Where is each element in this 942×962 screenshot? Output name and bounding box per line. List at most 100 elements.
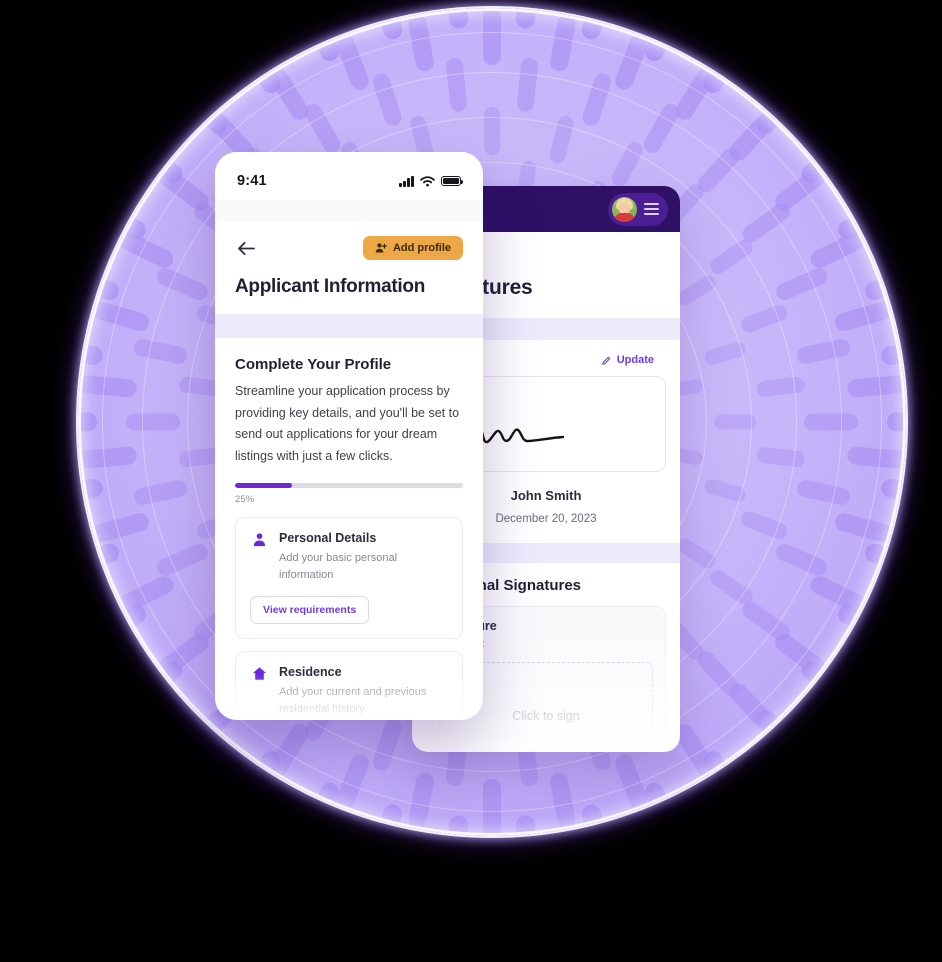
background-dash: [832, 511, 894, 545]
background-dash: [78, 338, 104, 367]
background-dash: [484, 107, 500, 155]
background-dash: [880, 477, 906, 506]
background-dash: [846, 445, 906, 470]
background-dash: [773, 541, 830, 579]
arrow-left-icon: [237, 241, 255, 255]
background-dash: [78, 541, 122, 579]
background-dash: [807, 228, 868, 271]
background-dash: [128, 136, 187, 187]
task-title: Residence: [279, 665, 342, 680]
background-dash: [78, 412, 97, 432]
task-card-personal-details[interactable]: Personal Details Add your basic personal…: [235, 517, 463, 640]
cellular-bars-icon: [399, 175, 414, 187]
add-profile-button[interactable]: Add profile: [362, 236, 463, 260]
background-dash: [612, 751, 651, 813]
update-label: Update: [616, 354, 654, 366]
background-dash: [371, 802, 405, 836]
background-dash: [738, 302, 790, 335]
background-dash: [795, 478, 852, 507]
screenshot-stage: Signatures Update John Smith: [0, 0, 942, 962]
background-dash: [795, 337, 852, 366]
background-dash: [445, 8, 469, 30]
status-spacer: [215, 200, 483, 222]
background-dash: [154, 265, 211, 303]
task-card-residence[interactable]: Residence Add your current and previous …: [235, 651, 463, 720]
background-dash: [116, 228, 177, 271]
background-dash: [515, 814, 539, 836]
progress-percent-label: 25%: [235, 494, 255, 505]
background-dash: [515, 8, 539, 30]
background-dash: [301, 779, 343, 836]
background-dash: [406, 771, 436, 832]
background-dash: [714, 414, 756, 430]
background-dash: [333, 751, 372, 813]
background-dash: [548, 771, 578, 832]
background-dash: [89, 198, 150, 243]
home-icon: [250, 665, 268, 681]
avatar[interactable]: [612, 196, 637, 222]
background-dash: [132, 478, 189, 507]
background-dash: [880, 338, 906, 367]
background-dash: [371, 8, 405, 42]
page-title: Applicant Information: [235, 276, 426, 297]
background-dash: [236, 747, 284, 807]
background-dash: [773, 265, 830, 303]
profile-description: Streamline your application process by p…: [235, 384, 460, 463]
background-dash: [516, 57, 539, 113]
background-dash: [752, 82, 806, 138]
background-dash: [738, 509, 790, 542]
task-description: Add your current and previous residentia…: [279, 686, 427, 716]
background-dash: [756, 376, 806, 398]
background-dash: [548, 114, 576, 165]
background-dash: [797, 136, 856, 187]
progress-fill: [235, 483, 292, 488]
background-dash: [89, 601, 150, 646]
view-requirements-button[interactable]: View requirements: [250, 596, 370, 625]
background-dash: [445, 814, 469, 836]
background-dash: [333, 31, 372, 93]
hamburger-menu-icon[interactable]: [644, 203, 659, 215]
background-dash: [862, 265, 906, 303]
background-dash: [483, 8, 501, 65]
profile-progress-bar: [235, 483, 463, 488]
background-dash: [804, 413, 858, 431]
background-dash: [132, 337, 189, 366]
task-description: Add your basic personal information: [279, 552, 398, 582]
background-dash: [707, 236, 756, 277]
background-dash: [612, 31, 651, 93]
background-dash: [579, 8, 613, 42]
background-dash: [674, 272, 719, 309]
background-dash: [862, 541, 906, 579]
user-menu-pill[interactable]: [608, 192, 668, 226]
background-dash: [90, 299, 152, 333]
background-dash: [580, 71, 614, 128]
background-dash: [834, 601, 895, 646]
background-dash: [78, 265, 122, 303]
person-plus-icon: [375, 243, 387, 253]
background-dash: [128, 657, 187, 708]
background-dash: [178, 82, 232, 138]
background-dash: [370, 716, 404, 773]
background-dash: [370, 71, 404, 128]
background-dash: [483, 779, 501, 836]
battery-icon: [441, 175, 464, 187]
background-dash: [579, 802, 613, 836]
background-dash: [608, 139, 646, 190]
background-dash: [887, 412, 906, 432]
background-dash: [78, 374, 138, 399]
background-dash: [702, 340, 748, 367]
background-dash: [126, 413, 180, 431]
background-dash: [301, 8, 343, 65]
background-dash: [641, 8, 683, 65]
profile-heading: Complete Your Profile: [235, 356, 392, 373]
background-dash: [90, 511, 152, 545]
background-dash: [154, 541, 211, 579]
status-bar: 9:41: [215, 152, 483, 200]
background-dash: [548, 12, 578, 73]
wifi-icon: [420, 175, 435, 187]
background-dash: [834, 198, 895, 243]
background-dash: [752, 706, 806, 762]
phone-panel: 9:41 Add profile Applicant Information C…: [215, 152, 483, 720]
add-profile-label: Add profile: [392, 242, 451, 254]
back-button[interactable]: [235, 237, 257, 259]
